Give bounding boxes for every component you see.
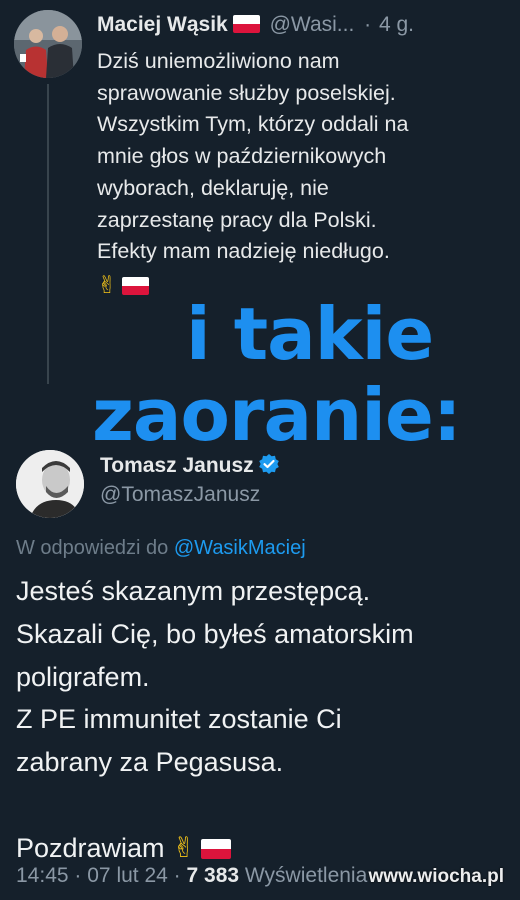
meta-separator: · (364, 13, 372, 36)
views-label[interactable]: Wyświetlenia (245, 864, 367, 887)
views-count[interactable]: 7 383 (187, 864, 240, 887)
avatar-photo-icon (14, 10, 82, 78)
parent-tweet-header: Maciej Wąsik @Wasi... · 4 g. (97, 13, 414, 37)
meta-separator: · (173, 864, 181, 887)
tweet-text-line: Jesteś skazanym przestępcą. (16, 576, 371, 606)
author-avatar-janusz[interactable] (16, 450, 84, 518)
reply-prefix: W odpowiedzi do (16, 537, 169, 559)
reply-context: W odpowiedzi do @WasikMaciej (16, 537, 306, 560)
overlay-caption-line1: i takie (186, 292, 434, 376)
meta-separator: · (74, 864, 82, 887)
tweet-text-line: wyborach, deklaruję, nie (97, 175, 329, 200)
author-name[interactable]: Tomasz Janusz (100, 454, 254, 477)
tweet-text-line: zaprzestanę pracy dla Polski. (97, 207, 377, 232)
victory-hand-emoji-icon: ✌ (172, 830, 196, 864)
tweet-text-line: mnie głos w październikowych (97, 144, 387, 169)
parent-tweet-text: Dziś uniemożliwiono nam sprawowanie służ… (97, 46, 502, 302)
avatar-photo-icon (16, 450, 84, 518)
poland-flag-icon (232, 15, 260, 33)
author-handle[interactable]: @Wasi... (270, 13, 355, 36)
tweet-text-line: Wszystkim Tym, którzy oddali na (97, 112, 409, 137)
thread-connector-line (47, 84, 49, 384)
tweet-text-line: zabrany za Pegasusa. (16, 747, 284, 778)
tweet-text-line: Efekty mam nadzieję niedługo. (97, 239, 390, 264)
reply-to-handle-link[interactable]: @WasikMaciej (174, 537, 306, 559)
tweet-text-line: Dziś uniemożliwiono nam (97, 49, 340, 73)
author-handle[interactable]: @TomaszJanusz (100, 483, 260, 507)
tweet-text-line: sprawowanie służby poselskiej. (97, 80, 396, 105)
closing-text: Pozdrawiam (16, 832, 165, 863)
tweet-text-line: Skazali Cię, bo byłeś amatorskim (16, 618, 414, 649)
tweet-time-ago[interactable]: 4 g. (379, 13, 414, 36)
tweet-text-line: poligrafem. (16, 661, 150, 692)
site-watermark: www.wiocha.pl (368, 866, 504, 887)
tweet-time[interactable]: 14:45 (16, 864, 69, 887)
reply-tweet-text: Jesteś skazanym przestępcą. Skazali Cię,… (16, 570, 511, 870)
verified-badge-icon (258, 453, 280, 481)
tweet-date[interactable]: 07 lut 24 (87, 864, 168, 887)
victory-hand-emoji-icon: ✌ (97, 270, 118, 299)
poland-flag-icon (122, 276, 150, 295)
reply-author-name-row: Tomasz Janusz (100, 453, 280, 481)
poland-flag-icon (200, 838, 231, 859)
overlay-caption-line2: zaoranie: (92, 373, 462, 457)
author-avatar-wasik[interactable] (14, 10, 82, 78)
tweet-meta: 14:45 · 07 lut 24 · 7 383 Wyświetlenia (16, 864, 367, 888)
author-name[interactable]: Maciej Wąsik (97, 13, 228, 36)
tweet-text-line: Z PE immunitet zostanie Ci (16, 704, 342, 735)
